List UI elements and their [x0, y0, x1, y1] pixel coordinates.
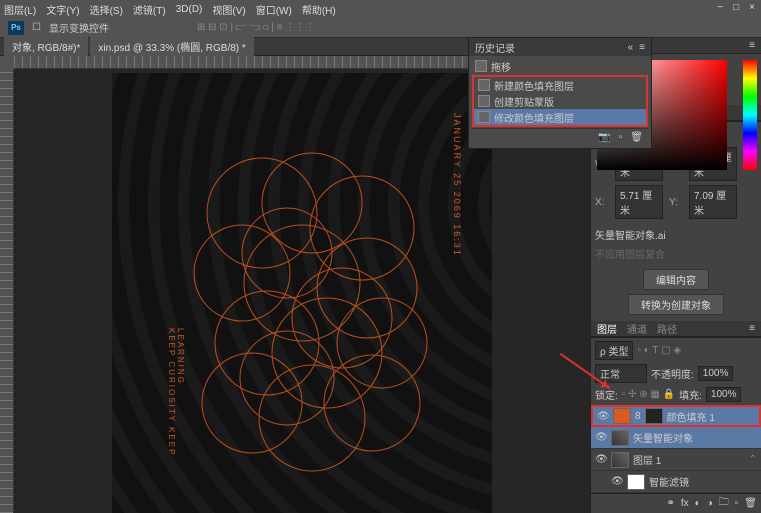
history-item[interactable]: 创建剪贴蒙版	[474, 93, 646, 109]
edit-content-button[interactable]: 编辑内容	[643, 269, 709, 290]
layer-color-fill[interactable]: 👁 8 颜色填充 1	[591, 405, 761, 427]
new-layer-icon[interactable]: ▫	[735, 498, 739, 509]
visibility-icon[interactable]: 👁	[597, 411, 609, 422]
menu-type[interactable]: 文字(Y)	[46, 2, 79, 17]
minimize-icon[interactable]: −	[717, 2, 723, 13]
convert-button[interactable]: 转换为创建对象	[628, 294, 724, 315]
link-icon[interactable]: ⚭	[666, 498, 674, 509]
fx-icon[interactable]: fx	[681, 498, 689, 509]
layer-thumb[interactable]	[611, 430, 629, 446]
history-item[interactable]: 拖移	[471, 58, 649, 74]
y-label: Y:	[669, 197, 683, 208]
blend-mode-dropdown[interactable]: 正常	[595, 364, 647, 383]
fill-input[interactable]: 100%	[706, 387, 742, 402]
x-input[interactable]: 5.71 厘米	[615, 185, 663, 219]
folder-icon[interactable]: 🗀	[719, 495, 729, 512]
fill-label: 填充:	[679, 387, 702, 402]
opacity-label: 不透明度:	[651, 366, 694, 381]
filter-thumb[interactable]	[627, 474, 645, 490]
new-doc-icon[interactable]: ▫	[619, 132, 623, 143]
layer-name[interactable]: 颜色填充 1	[667, 409, 715, 424]
layer-thumb[interactable]	[611, 452, 629, 468]
hue-slider[interactable]	[743, 60, 757, 170]
poster-date-text: JANUARY 25 2069 16:31	[452, 113, 462, 257]
tab-layers[interactable]: 图层	[597, 321, 617, 336]
layer-name[interactable]: 图层 1	[633, 452, 661, 467]
x-label: X:	[595, 197, 609, 208]
transform-controls-checkbox[interactable]: ☐	[32, 22, 41, 33]
layer-name[interactable]: 矢量智能对象	[633, 430, 693, 445]
layers-list: 👁 8 颜色填充 1 👁 矢量智能对象 👁 图层 1 ⌃	[591, 405, 761, 493]
mask-icon[interactable]: ◐	[695, 498, 701, 509]
menu-3d[interactable]: 3D(D)	[176, 4, 203, 15]
layers-panel: ρ 类型 ▫ ◐ T ▢ ◈ 正常 不透明度: 100% 锁定: ▫ ✢ ⊕ ▦…	[591, 337, 761, 513]
smartobj-filename: 矢量智能对象.ai	[595, 227, 666, 242]
mask-thumb[interactable]	[645, 408, 663, 424]
history-title: 历史记录	[475, 40, 515, 55]
expand-icon[interactable]: ⌃	[749, 454, 757, 465]
options-bar: Ps ☐ 显示变换控件 ⊞ ⊟ ⊡ | ⫍ ⫎ ⫏ | ≡ ⋮⋮⋮	[0, 18, 761, 38]
artboard[interactable]: JANUARY 25 2069 16:31 KEEP CURIOSITY KEE…	[112, 73, 492, 513]
state-icon	[478, 111, 490, 123]
trash-icon[interactable]: 🗑	[744, 498, 757, 509]
state-icon	[478, 95, 490, 107]
visibility-icon[interactable]: 👁	[611, 476, 623, 487]
ruler-vertical	[0, 69, 14, 513]
history-panel: 历史记录 «≡ 拖移 新建颜色填充图层 创建剪贴蒙版 修改颜色填充图层 📷 ▫ …	[468, 37, 652, 149]
collapse-icon[interactable]: «	[628, 42, 634, 53]
tab-doc2[interactable]: xin.psd @ 33.3% (椭圆, RGB/8) *	[90, 37, 253, 56]
state-icon	[478, 79, 490, 91]
layer-smart-object[interactable]: 👁 矢量智能对象	[591, 427, 761, 449]
tab-doc1[interactable]: 对象, RGB/8#)*	[4, 37, 88, 56]
menu-view[interactable]: 视图(V)	[212, 2, 245, 17]
state-icon	[475, 60, 487, 72]
history-item[interactable]: 新建颜色填充图层	[474, 77, 646, 93]
menu-window[interactable]: 窗口(W)	[256, 2, 292, 17]
layer-thumb[interactable]	[613, 408, 631, 424]
layer-layer1[interactable]: 👁 图层 1 ⌃	[591, 449, 761, 471]
opacity-input[interactable]: 100%	[698, 366, 734, 381]
menu-help[interactable]: 帮助(H)	[302, 2, 336, 17]
history-label: 创建剪贴蒙版	[494, 94, 554, 109]
visibility-icon[interactable]: 👁	[595, 432, 607, 443]
poster-slogan-text: KEEP CURIOSITY KEEP LEARNING	[167, 328, 185, 513]
tab-paths[interactable]: 路径	[657, 321, 677, 336]
layer-comp-disabled: 不应用图层复合	[595, 246, 665, 261]
visibility-icon[interactable]: 👁	[595, 454, 607, 465]
maximize-icon[interactable]: □	[733, 2, 739, 13]
tab-channels[interactable]: 通道	[627, 321, 647, 336]
close-icon[interactable]: ×	[749, 2, 755, 13]
panel-menu-icon[interactable]: ≡	[749, 40, 755, 51]
history-label: 拖移	[491, 59, 511, 74]
layer-smart-filter[interactable]: 👁 智能滤镜	[591, 471, 761, 493]
trash-icon[interactable]: 🗑	[630, 132, 643, 143]
menu-select[interactable]: 选择(S)	[90, 2, 123, 17]
snapshot-icon[interactable]: 📷	[598, 132, 610, 143]
ps-logo-icon: Ps	[8, 21, 24, 35]
layers-panel-tabs: 图层 通道 路径 ≡	[591, 321, 761, 337]
history-label: 修改颜色填充图层	[494, 110, 574, 125]
menu-layer[interactable]: 图层(L)	[4, 2, 36, 17]
panel-menu-icon[interactable]: ≡	[749, 323, 755, 334]
layer-filter-kind[interactable]: ρ 类型	[595, 341, 633, 360]
layer-name[interactable]: 智能滤镜	[649, 474, 689, 489]
menu-filter[interactable]: 滤镜(T)	[133, 2, 166, 17]
y-input[interactable]: 7.09 厘米	[689, 185, 737, 219]
history-label: 新建颜色填充图层	[494, 78, 574, 93]
history-item[interactable]: 修改颜色填充图层	[474, 109, 646, 125]
adjustment-icon[interactable]: ◑	[707, 498, 713, 509]
menubar: 图层(L) 文字(Y) 选择(S) 滤镜(T) 3D(D) 视图(V) 窗口(W…	[0, 0, 761, 18]
panel-menu-icon[interactable]: ≡	[639, 42, 645, 53]
layers-footer: ⚭ fx ◐ ◑ 🗀 ▫ 🗑	[591, 493, 761, 513]
transform-controls-label: 显示变换控件	[49, 20, 109, 35]
